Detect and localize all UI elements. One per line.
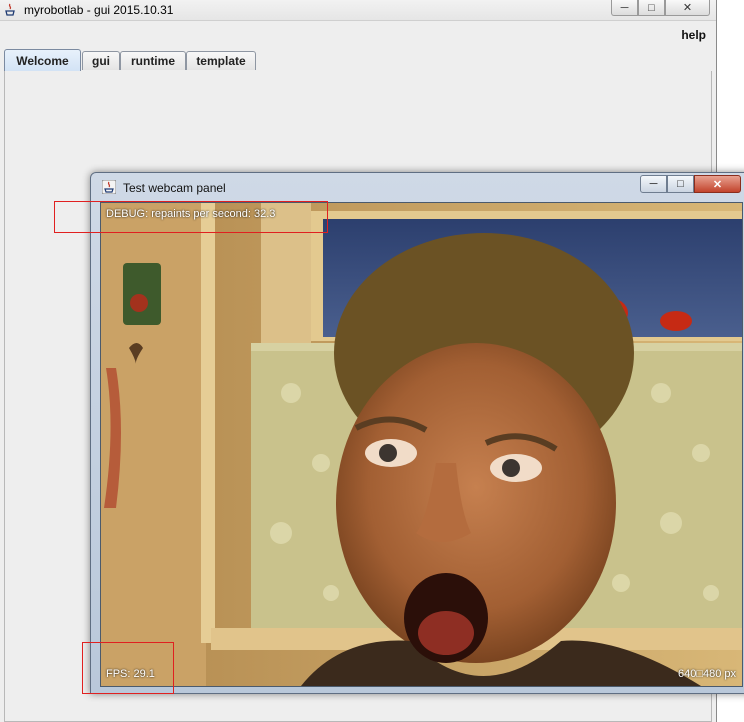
webcam-window: Test webcam panel ─ □ ✕ DEBUG: repaints … [90, 172, 744, 694]
close-icon: ✕ [712, 178, 723, 191]
webcam-frame-image [101, 203, 742, 686]
tab-bar: Welcome gui runtime template [4, 49, 712, 72]
webcam-maximize-button[interactable]: □ [667, 175, 694, 193]
window-title: myrobotlab - gui 2015.10.31 [24, 3, 174, 17]
close-button[interactable]: ✕ [665, 0, 710, 16]
tab-template[interactable]: template [186, 51, 256, 70]
fps-highlight-box [82, 642, 174, 694]
webcam-titlebar[interactable]: Test webcam panel ─ □ ✕ [91, 173, 744, 201]
close-icon: ✕ [682, 2, 693, 14]
menu-help[interactable]: help [681, 28, 706, 42]
maximize-button[interactable]: □ [638, 0, 665, 16]
debug-highlight-box [54, 201, 328, 233]
tab-runtime[interactable]: runtime [120, 51, 186, 70]
minimize-icon: ─ [620, 1, 629, 14]
menu-bar: help [0, 24, 716, 46]
java-logo-icon [5, 3, 15, 16]
webcam-video-feed: DEBUG: repaints per second: 32.3 FPS: 29… [100, 202, 743, 687]
minimize-button[interactable]: ─ [611, 0, 638, 16]
maximize-icon: □ [677, 178, 684, 190]
webcam-window-title: Test webcam panel [123, 181, 226, 195]
tab-welcome[interactable]: Welcome [4, 49, 81, 71]
webcam-minimize-button[interactable]: ─ [640, 175, 667, 193]
maximize-icon: □ [648, 1, 655, 14]
minimize-icon: ─ [649, 178, 658, 190]
tab-gui[interactable]: gui [82, 51, 120, 70]
webcam-close-button[interactable]: ✕ [694, 175, 741, 193]
resolution-label: 640□480 px [677, 668, 736, 680]
java-logo-icon [102, 180, 116, 194]
main-titlebar[interactable]: myrobotlab - gui 2015.10.31 ─ □ ✕ [0, 0, 716, 21]
